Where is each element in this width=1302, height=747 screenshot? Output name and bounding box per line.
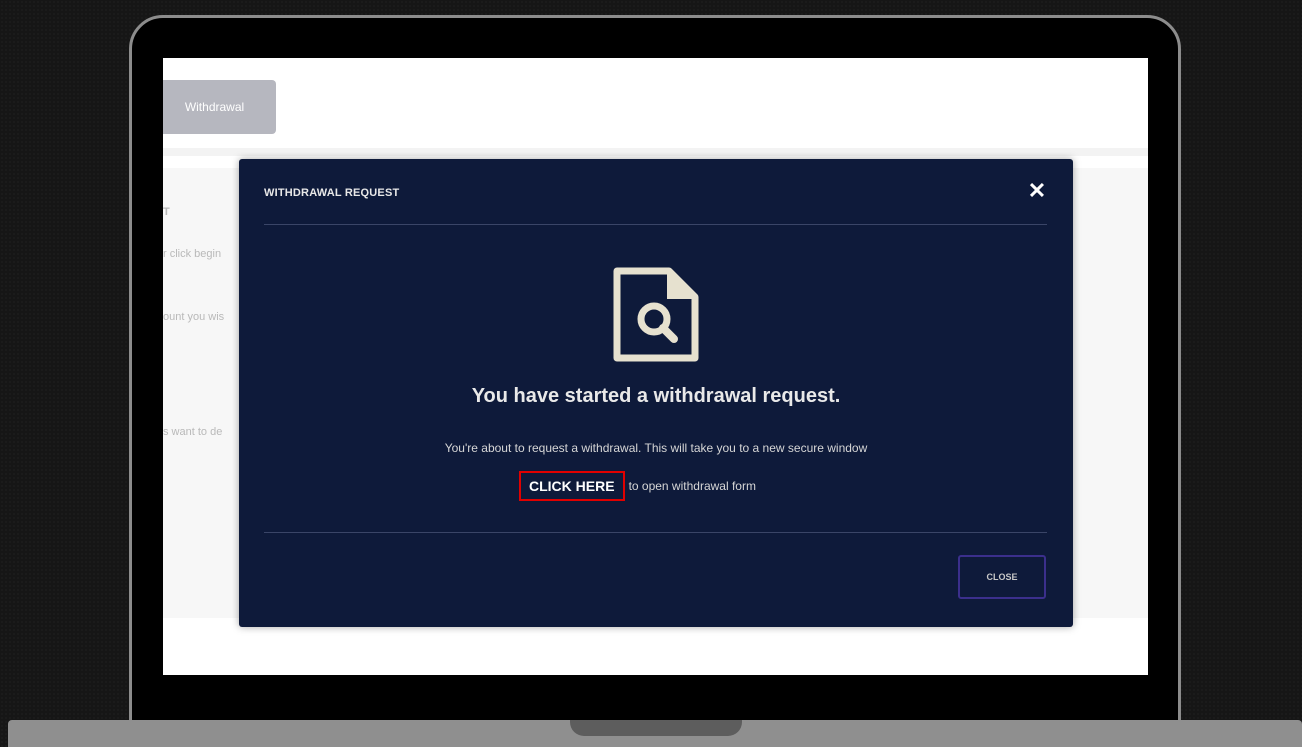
laptop-notch: [570, 720, 742, 736]
modal-headline: You have started a withdrawal request.: [471, 385, 841, 407]
modal-description: You're about to request a withdrawal. Th…: [444, 441, 868, 455]
background-text: ount you wis: [163, 311, 225, 323]
modal-footer-divider: [264, 532, 1047, 533]
modal-header-divider: [264, 224, 1047, 225]
click-here-link[interactable]: CLICK HERE: [519, 471, 625, 501]
link-line: CLICK HERE to open withdrawal form: [519, 471, 756, 501]
close-button[interactable]: CLOSE: [958, 555, 1046, 599]
background-text: r click begin: [163, 248, 222, 260]
withdrawal-modal: WITHDRAWAL REQUEST ✕ You have started a …: [239, 159, 1073, 627]
screen: Withdrawal T r click begin ount you wis …: [163, 58, 1148, 675]
background-text: T: [163, 206, 170, 218]
modal-title: WITHDRAWAL REQUEST: [264, 187, 400, 199]
background-text: s want to de: [163, 426, 223, 438]
document-search-icon: [613, 267, 699, 362]
close-icon[interactable]: ✕: [1025, 179, 1049, 203]
background-divider: [163, 148, 1148, 156]
link-suffix-text: to open withdrawal form: [628, 479, 756, 493]
background-withdrawal-button[interactable]: Withdrawal: [163, 80, 276, 134]
